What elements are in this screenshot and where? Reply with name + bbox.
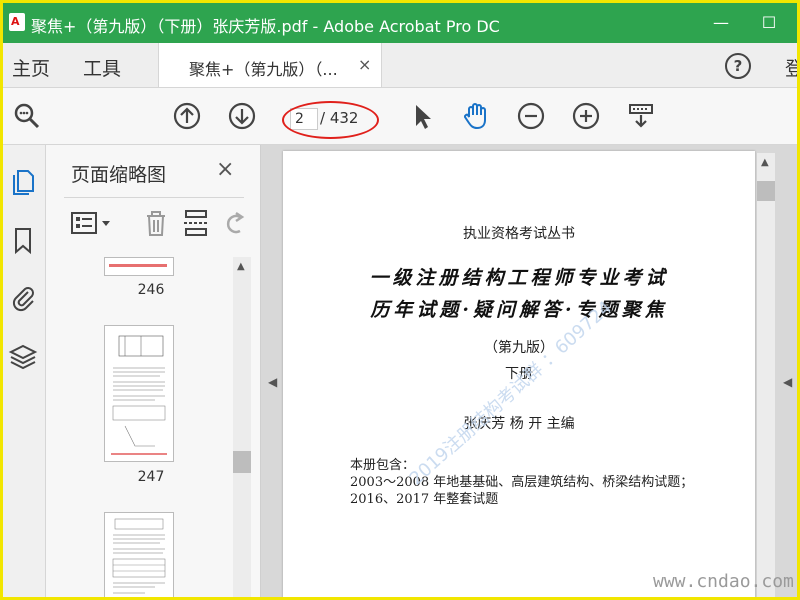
thumbnail-page-246[interactable] (104, 257, 174, 276)
app-window: A 聚焦+（第九版）（下册）张庆芳版.pdf - Adobe Acrobat P… (0, 0, 800, 600)
menu-bar: 主页 工具 聚焦+（第九版）（... × ? 登 (3, 43, 797, 88)
layers-icon[interactable] (8, 341, 38, 371)
document-scrollbar[interactable]: ▲ (757, 153, 775, 597)
acrobat-app-icon: A (9, 13, 25, 31)
document-tab[interactable]: 聚焦+（第九版）（... × (158, 43, 382, 87)
thumbnail-label: 246 (137, 282, 165, 298)
pdf-page: 执业资格考试丛书 一级注册结构工程师专业考试 历年试题·疑问解答·专题聚焦 （第… (283, 151, 755, 597)
scroll-thumb[interactable] (757, 181, 775, 201)
delete-page-icon[interactable] (142, 207, 170, 239)
scroll-thumb[interactable] (233, 451, 251, 473)
authors: 张庆芳 杨 开 主编 (463, 416, 575, 432)
collapse-left-arrow[interactable]: ◀ (268, 375, 277, 389)
document-tab-label: 聚焦+（第九版）（... (189, 60, 338, 79)
highlight-annotation (282, 101, 379, 139)
maximize-button[interactable]: ☐ (755, 9, 783, 37)
collapse-right-arrow[interactable]: ◀ (783, 375, 792, 389)
close-tab-button[interactable]: × (358, 55, 371, 74)
pane-divider (64, 197, 244, 198)
hand-tool-icon[interactable] (460, 100, 492, 132)
zoom-out-icon[interactable] (515, 100, 547, 132)
site-watermark: www.cndao.com (653, 571, 794, 592)
window-title: 聚焦+（第九版）（下册）张庆芳版.pdf - Adobe Acrobat Pro… (31, 17, 500, 36)
thumbnail-page-247[interactable] (104, 325, 174, 462)
search-icon[interactable] (11, 100, 43, 132)
minimize-button[interactable]: — (707, 9, 735, 37)
attachment-icon[interactable] (8, 283, 38, 313)
navigation-rail (3, 145, 46, 597)
thumbnail-tools (64, 203, 254, 243)
rotate-page-icon[interactable] (222, 209, 246, 237)
next-page-icon[interactable] (226, 100, 258, 132)
select-cursor-icon[interactable] (406, 100, 438, 132)
contents-line-2: 2016、2017 年整套试题 (350, 492, 499, 507)
thumbnail-label: 247 (137, 469, 165, 485)
help-icon[interactable]: ? (725, 53, 751, 79)
page-watermark: 2019注册结构考试群 ：609724 (405, 297, 617, 490)
insert-page-icon[interactable] (182, 207, 210, 239)
previous-page-icon[interactable] (171, 100, 203, 132)
bookmark-icon[interactable] (8, 225, 38, 255)
toolbar: 2 / 432 (3, 88, 797, 145)
book-title-line2: 历年试题·疑问解答·专题聚焦 (370, 299, 668, 321)
close-pane-button[interactable]: × (216, 157, 234, 182)
pane-title: 页面缩略图 (71, 164, 167, 186)
series-name: 执业资格考试丛书 (463, 226, 575, 242)
scroll-up-icon[interactable]: ▲ (237, 261, 245, 272)
thumbnail-options-icon[interactable] (70, 209, 114, 237)
thumbnail-scrollbar[interactable]: ▲ (233, 257, 251, 597)
page-display-icon[interactable] (625, 100, 657, 132)
document-viewer[interactable]: ◀ ◀ 执业资格考试丛书 一级注册结构工程师专业考试 历年试题·疑问解答·专题聚… (261, 145, 797, 597)
thumbnail-page-248[interactable] (104, 512, 174, 597)
tools-tab[interactable]: 工具 (83, 54, 121, 81)
zoom-in-icon[interactable] (570, 100, 602, 132)
sign-in-button[interactable]: 登 (785, 54, 797, 81)
edition: （第九版） (484, 340, 554, 356)
book-title-line1: 一级注册结构工程师专业考试 (369, 267, 669, 289)
home-tab[interactable]: 主页 (12, 54, 50, 81)
scroll-up-icon[interactable]: ▲ (761, 157, 769, 168)
title-bar: A 聚焦+（第九版）（下册）张庆芳版.pdf - Adobe Acrobat P… (3, 3, 797, 43)
thumbnails-pane: 页面缩略图 × ▲ 246 247 (46, 145, 261, 597)
page-thumbnails-icon[interactable] (8, 167, 38, 197)
